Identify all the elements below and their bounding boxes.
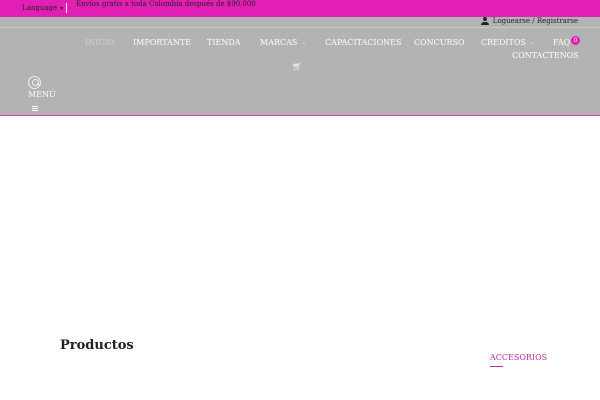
chevron-down-icon: ⌄ (529, 39, 535, 46)
nav-item-inicio[interactable]: INICIO (85, 38, 114, 47)
nav-item-label: MARCAS (260, 38, 298, 47)
hamburger-icon[interactable] (32, 106, 38, 111)
nav-item-faq[interactable]: FAQ (553, 38, 570, 47)
cart-count-badge[interactable]: 0 (571, 36, 580, 45)
nav-item-label: CREDITOS (481, 38, 526, 47)
nav-item-label: IMPORTANTE (133, 38, 192, 47)
language-selector[interactable]: Language ▾ (22, 4, 63, 12)
nav-item-creditos[interactable]: CREDITOS ⌄ (481, 38, 535, 47)
chevron-down-icon: ⌄ (301, 39, 307, 46)
nav-item-label: INICIO (85, 38, 115, 47)
divider (0, 27, 600, 28)
nav-item-label: TIENDA (207, 38, 241, 47)
account-link[interactable]: Loguearse / Registrarse (480, 17, 578, 25)
divider (66, 3, 67, 13)
promo-text: Envíos gratis a toda Colombia después de… (76, 0, 256, 8)
nav-item-label: CAPACITACIONES (325, 38, 402, 47)
user-icon (480, 17, 489, 25)
nav-item-label: CONCURSO (414, 38, 465, 47)
nav-item-importante[interactable]: IMPORTANTE (133, 38, 191, 47)
site-header: Loguearse / Registrarse INICIO IMPORTANT… (0, 17, 600, 116)
nav-item-label: CONTACTENOS (512, 51, 579, 60)
tab-underline (490, 366, 503, 367)
nav-item-label: FAQ (553, 38, 571, 47)
top-bar: Language ▾ Envíos gratis a toda Colombia… (0, 0, 600, 17)
cart-icon[interactable]: 🛒︎ (292, 62, 302, 71)
tab-accesorios[interactable]: ACCESORIOS (490, 353, 547, 362)
search-icon[interactable] (28, 76, 41, 89)
menu-label[interactable]: MENÚ (28, 90, 56, 99)
nav-item-capacitaciones[interactable]: CAPACITACIONES (325, 38, 401, 47)
nav-item-tienda[interactable]: TIENDA (207, 38, 241, 47)
language-label: Language (22, 4, 58, 12)
chevron-down-icon: ▾ (60, 4, 64, 12)
nav-item-concurso[interactable]: CONCURSO (414, 38, 465, 47)
nav-item-contactenos[interactable]: CONTACTENOS (512, 51, 579, 60)
nav-item-marcas[interactable]: MARCAS ⌄ (260, 38, 306, 47)
account-link-label: Loguearse / Registrarse (492, 17, 578, 25)
section-title: Productos (60, 338, 134, 353)
